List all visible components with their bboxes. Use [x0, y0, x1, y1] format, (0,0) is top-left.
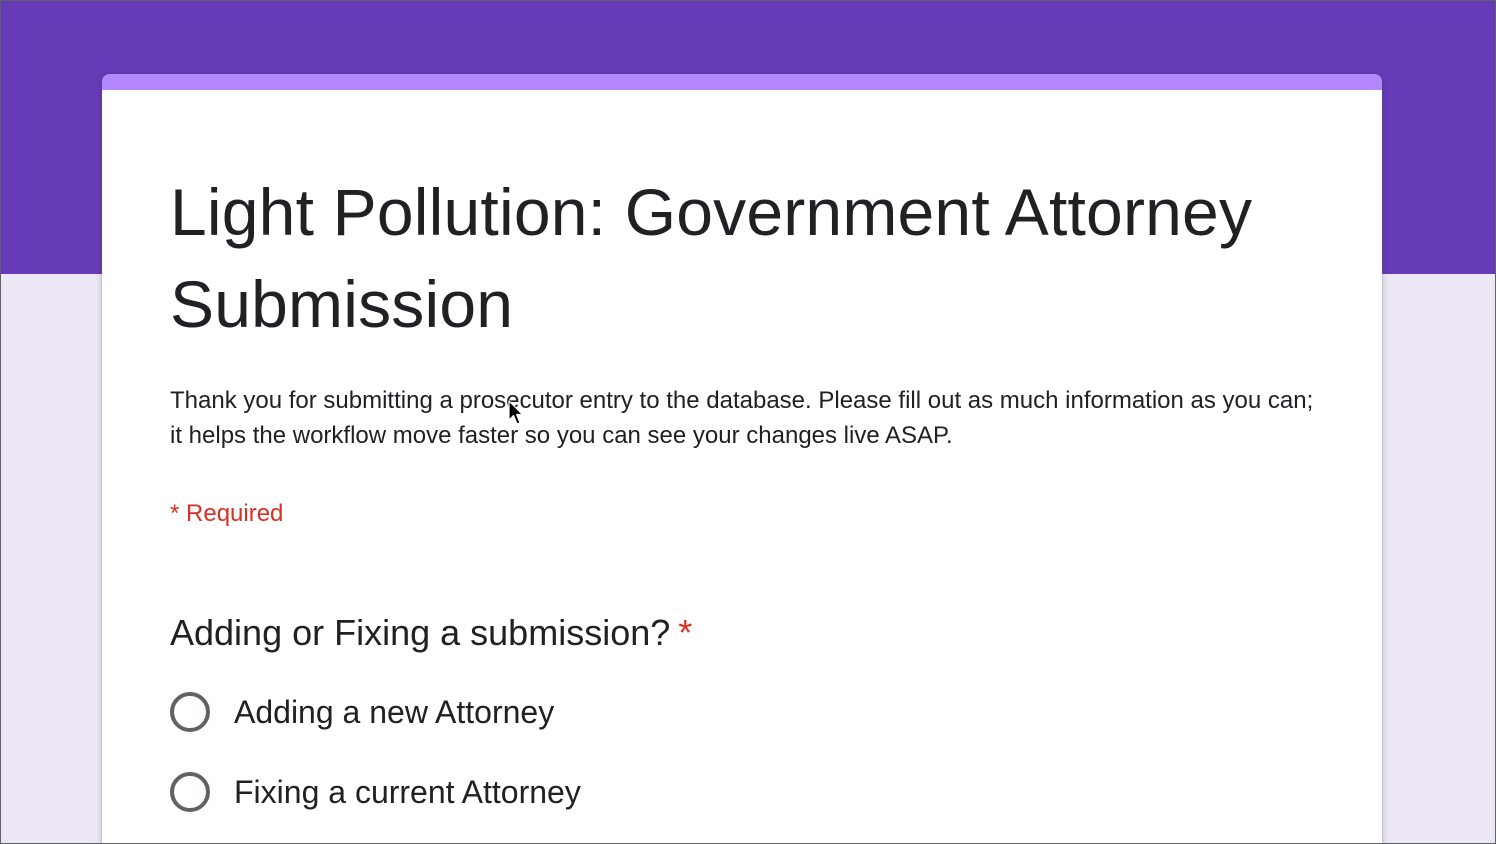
- option-label[interactable]: Fixing a current Attorney: [234, 770, 581, 814]
- required-note: * Required: [170, 500, 284, 527]
- option-label[interactable]: Adding a new Attorney: [234, 690, 554, 734]
- option-fixing-current-attorney[interactable]: Fixing a current Attorney: [170, 770, 581, 814]
- card-accent-bar: [102, 74, 1382, 90]
- form-title: Light Pollution: Government Attorney Sub…: [170, 175, 1253, 341]
- radio-unchecked-icon[interactable]: [170, 772, 210, 812]
- question-title-text: Adding or Fixing a submission?: [170, 612, 671, 653]
- form-description: Thank you for submitting a prosecutor en…: [170, 387, 1314, 449]
- form-card: Light Pollution: Government Attorney Sub…: [102, 74, 1382, 844]
- radio-unchecked-icon[interactable]: [170, 692, 210, 732]
- question-title: Adding or Fixing a submission? *: [170, 610, 692, 656]
- required-star: *: [678, 612, 693, 653]
- mouse-pointer-icon: [508, 400, 524, 425]
- option-adding-new-attorney[interactable]: Adding a new Attorney: [170, 690, 554, 734]
